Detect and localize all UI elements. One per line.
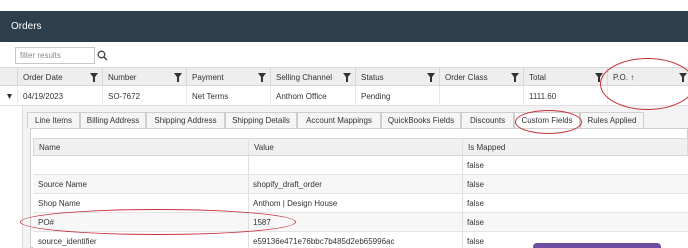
header-is-mapped[interactable]: Is Mapped: [468, 143, 505, 152]
cell-text: SO-7672: [108, 92, 141, 101]
field-is-mapped: false: [467, 180, 484, 189]
cell-text: Net Terms: [192, 92, 229, 101]
column-po[interactable]: P.O. ↑: [607, 68, 688, 87]
filter-icon[interactable]: [90, 73, 98, 82]
top-strip: [0, 0, 688, 11]
tab-label: Account Mappings: [306, 116, 372, 125]
tab-label: Shipping Details: [232, 116, 290, 125]
column-order-date[interactable]: Order Date: [17, 68, 102, 87]
field-value: e59136e471e76bbc7b485d2eb65996ac: [253, 237, 395, 246]
field-name: Source Name: [38, 180, 87, 189]
tab-label: Shipping Address: [154, 116, 217, 125]
filter-icon[interactable]: [427, 73, 435, 82]
filter-icon[interactable]: [174, 73, 182, 82]
expand-triangle-icon[interactable]: [7, 94, 12, 99]
column-label: Order Date: [23, 73, 63, 82]
column-selling-channel[interactable]: Selling Channel: [270, 68, 355, 87]
field-is-mapped: false: [467, 199, 484, 208]
tab-label: Custom Fields: [521, 116, 573, 125]
field-is-mapped: false: [467, 161, 484, 170]
orders-grid-header: Order Date Number Payment Selling Channe…: [0, 67, 688, 87]
tab-shipping-details[interactable]: Shipping Details: [225, 112, 297, 128]
cell-text: Pending: [361, 92, 391, 101]
column-order-class[interactable]: Order Class: [439, 68, 523, 87]
column-label: Order Class: [445, 73, 488, 82]
field-value: Anthom | Design House: [253, 199, 338, 208]
table-row[interactable]: 04/19/2023 SO-7672 Net Terms Anthom Offi…: [0, 86, 688, 106]
window-titlebar: Orders: [0, 11, 688, 42]
tab-account-mappings[interactable]: Account Mappings: [297, 112, 381, 128]
tab-line-items[interactable]: Line Items: [27, 112, 80, 128]
tab-quickbooks-fields[interactable]: QuickBooks Fields: [381, 112, 461, 128]
tab-rules-applied[interactable]: Rules Applied: [580, 112, 644, 128]
cell-payment: Net Terms: [186, 86, 270, 106]
tab-shipping-address[interactable]: Shipping Address: [146, 112, 225, 128]
cell-selling-channel: Anthom Office: [270, 86, 355, 106]
custom-fields-header: Name Value Is Mapped: [33, 138, 688, 156]
search-icon[interactable]: [97, 50, 108, 61]
filter-icon[interactable]: [679, 73, 687, 82]
cell-number: SO-7672: [102, 86, 186, 106]
field-is-mapped: false: [467, 218, 484, 227]
header-value[interactable]: Value: [254, 143, 274, 152]
tab-label: Discounts: [469, 116, 506, 125]
custom-field-row[interactable]: Shop Name Anthom | Design House false: [33, 194, 688, 213]
column-divider: [248, 138, 249, 248]
tab-label: Billing Address: [86, 116, 140, 125]
tab-billing-address[interactable]: Billing Address: [80, 112, 146, 128]
header-name[interactable]: Name: [39, 143, 60, 152]
cell-text: 04/19/2023: [23, 92, 64, 101]
field-value: shopify_draft_order: [253, 180, 322, 189]
column-label: Status: [361, 73, 384, 82]
column-label: Payment: [192, 73, 224, 82]
column-label: Selling Channel: [276, 73, 333, 82]
action-button[interactable]: [533, 243, 661, 248]
field-is-mapped: false: [467, 237, 484, 246]
column-label: Total: [529, 73, 546, 82]
column-label: Number: [108, 73, 137, 82]
custom-field-row[interactable]: PO# 1587 false: [33, 213, 688, 232]
cell-order-date: 04/19/2023: [17, 86, 102, 106]
cell-text: 1111.60: [529, 92, 557, 101]
custom-field-row[interactable]: false: [33, 156, 688, 175]
cell-text: Anthom Office: [276, 92, 327, 101]
window-title: Orders: [11, 21, 42, 32]
tab-label: Rules Applied: [587, 116, 637, 125]
field-value: 1587: [253, 218, 271, 227]
filter-icon[interactable]: [595, 73, 603, 82]
column-payment[interactable]: Payment: [186, 68, 270, 87]
field-name: source_identifier: [38, 237, 97, 246]
cell-total: 1111.60: [523, 86, 607, 106]
filter-icon[interactable]: [343, 73, 351, 82]
column-number[interactable]: Number: [102, 68, 186, 87]
filter-results-input[interactable]: [15, 47, 95, 64]
tab-label: QuickBooks Fields: [387, 116, 455, 125]
custom-field-row[interactable]: Source Name shopify_draft_order false: [33, 175, 688, 194]
field-name: Shop Name: [38, 199, 81, 208]
filter-icon[interactable]: [258, 73, 266, 82]
cell-po: [607, 86, 688, 106]
column-divider: [462, 138, 463, 248]
column-label: P.O. ↑: [613, 73, 635, 82]
field-name: PO#: [38, 218, 55, 227]
column-total[interactable]: Total: [523, 68, 607, 87]
cell-status: Pending: [355, 86, 439, 106]
tab-custom-fields[interactable]: Custom Fields: [514, 112, 580, 129]
cell-order-class: [439, 86, 523, 106]
column-status[interactable]: Status: [355, 68, 439, 87]
filter-icon[interactable]: [511, 73, 519, 82]
tab-discounts[interactable]: Discounts: [461, 112, 514, 128]
tab-label: Line Items: [35, 116, 72, 125]
